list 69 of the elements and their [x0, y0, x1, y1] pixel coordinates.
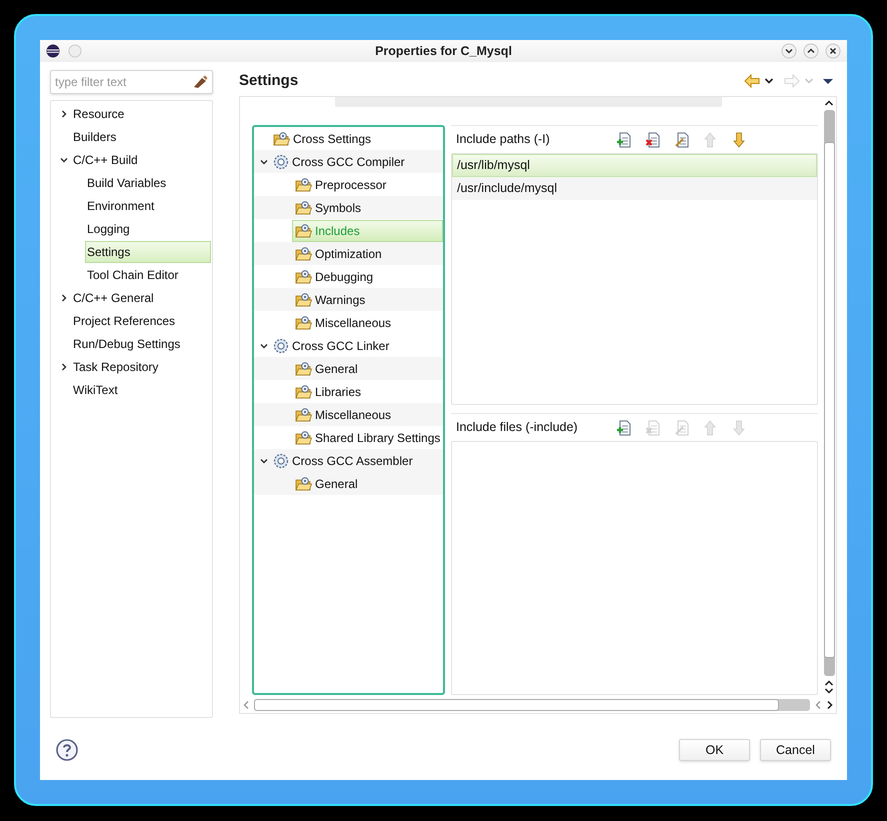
- edit-document-icon[interactable]: [674, 132, 690, 148]
- gear-icon: [273, 338, 289, 354]
- gear-folder-icon: [295, 246, 312, 262]
- filter-field[interactable]: type filter text: [50, 70, 213, 94]
- tree-item[interactable]: Cross Settings: [270, 128, 443, 150]
- tree-item[interactable]: Libraries: [292, 380, 443, 402]
- gear-icon: [273, 154, 289, 170]
- scroll-down-icon[interactable]: [824, 687, 834, 695]
- expand-chevron-icon[interactable]: [60, 110, 68, 118]
- nav-item[interactable]: Tool Chain Editor: [85, 264, 211, 286]
- gear-folder-icon: [295, 360, 312, 376]
- scroll-left-icon[interactable]: [242, 700, 250, 710]
- delete-document-icon[interactable]: [645, 132, 661, 148]
- scroll-right-icon[interactable]: [826, 700, 834, 710]
- maximize-button-icon[interactable]: [803, 43, 819, 59]
- help-icon[interactable]: [56, 739, 78, 761]
- collapse-chevron-icon[interactable]: [260, 456, 268, 464]
- minimize-button-icon[interactable]: [781, 43, 797, 59]
- gear-folder-icon: [273, 130, 290, 146]
- gear-folder-icon: [295, 406, 312, 422]
- gear-folder-icon: [295, 200, 312, 216]
- expand-chevron-icon[interactable]: [60, 362, 68, 370]
- gear-icon: [273, 452, 289, 468]
- gear-folder-icon: [295, 176, 312, 192]
- collapse-chevron-icon[interactable]: [60, 156, 68, 164]
- nav-item[interactable]: WikiText: [71, 378, 211, 400]
- nav-item[interactable]: Project References: [71, 310, 211, 332]
- scroll-up-icon[interactable]: [824, 679, 834, 687]
- page-title: Settings: [239, 70, 298, 91]
- gear-folder-icon: [295, 222, 312, 238]
- app-logo-icon: [46, 44, 60, 58]
- tree-item[interactable]: Miscellaneous: [292, 312, 443, 334]
- tree-item[interactable]: Debugging: [292, 266, 443, 288]
- section-title: Include files (-include): [456, 419, 579, 436]
- gear-folder-icon: [295, 268, 312, 284]
- list-item[interactable]: /usr/include/mysql: [452, 177, 817, 200]
- dialog-button[interactable]: OK: [679, 739, 750, 761]
- expand-chevron-icon[interactable]: [60, 294, 68, 302]
- nav-item[interactable]: C/C++ Build: [71, 148, 211, 170]
- nav-item[interactable]: Environment: [85, 194, 211, 216]
- nav-item[interactable]: Settings: [85, 240, 211, 262]
- view-menu-icon[interactable]: [822, 76, 834, 86]
- tree-item[interactable]: Preprocessor: [292, 174, 443, 196]
- nav-item[interactable]: Resource: [71, 102, 211, 124]
- nav-item[interactable]: Builders: [71, 126, 211, 148]
- tree-item[interactable]: Cross GCC Linker: [270, 334, 443, 356]
- nav-item[interactable]: Build Variables: [85, 172, 211, 194]
- nav-item[interactable]: Logging: [85, 218, 211, 240]
- scroll-up-icon[interactable]: [824, 99, 834, 107]
- eraser-icon[interactable]: [192, 75, 208, 89]
- nav-item[interactable]: C/C++ General: [71, 286, 211, 308]
- add-document-icon[interactable]: [616, 132, 632, 148]
- dialog-button[interactable]: Cancel: [760, 739, 831, 761]
- nav-item[interactable]: Run/Debug Settings: [71, 332, 211, 354]
- gear-folder-icon: [295, 384, 312, 400]
- tree-item[interactable]: Shared Library Settings: [292, 426, 443, 448]
- gear-folder-icon: [295, 476, 312, 492]
- add-document-icon[interactable]: [616, 420, 632, 436]
- collapse-chevron-icon[interactable]: [260, 342, 268, 350]
- window-title: Properties for C_Mysql: [375, 42, 512, 60]
- collapse-chevron-icon[interactable]: [260, 158, 268, 166]
- nav-item[interactable]: Task Repository: [71, 356, 211, 378]
- dropdown-chevron-icon[interactable]: [764, 76, 774, 86]
- gear-folder-icon: [295, 314, 312, 330]
- gear-folder-icon: [295, 292, 312, 308]
- section-title: Include paths (-I): [456, 131, 551, 148]
- close-button-icon[interactable]: [825, 43, 841, 59]
- list-item[interactable]: /usr/lib/mysql: [452, 154, 817, 177]
- gear-folder-icon: [295, 430, 312, 446]
